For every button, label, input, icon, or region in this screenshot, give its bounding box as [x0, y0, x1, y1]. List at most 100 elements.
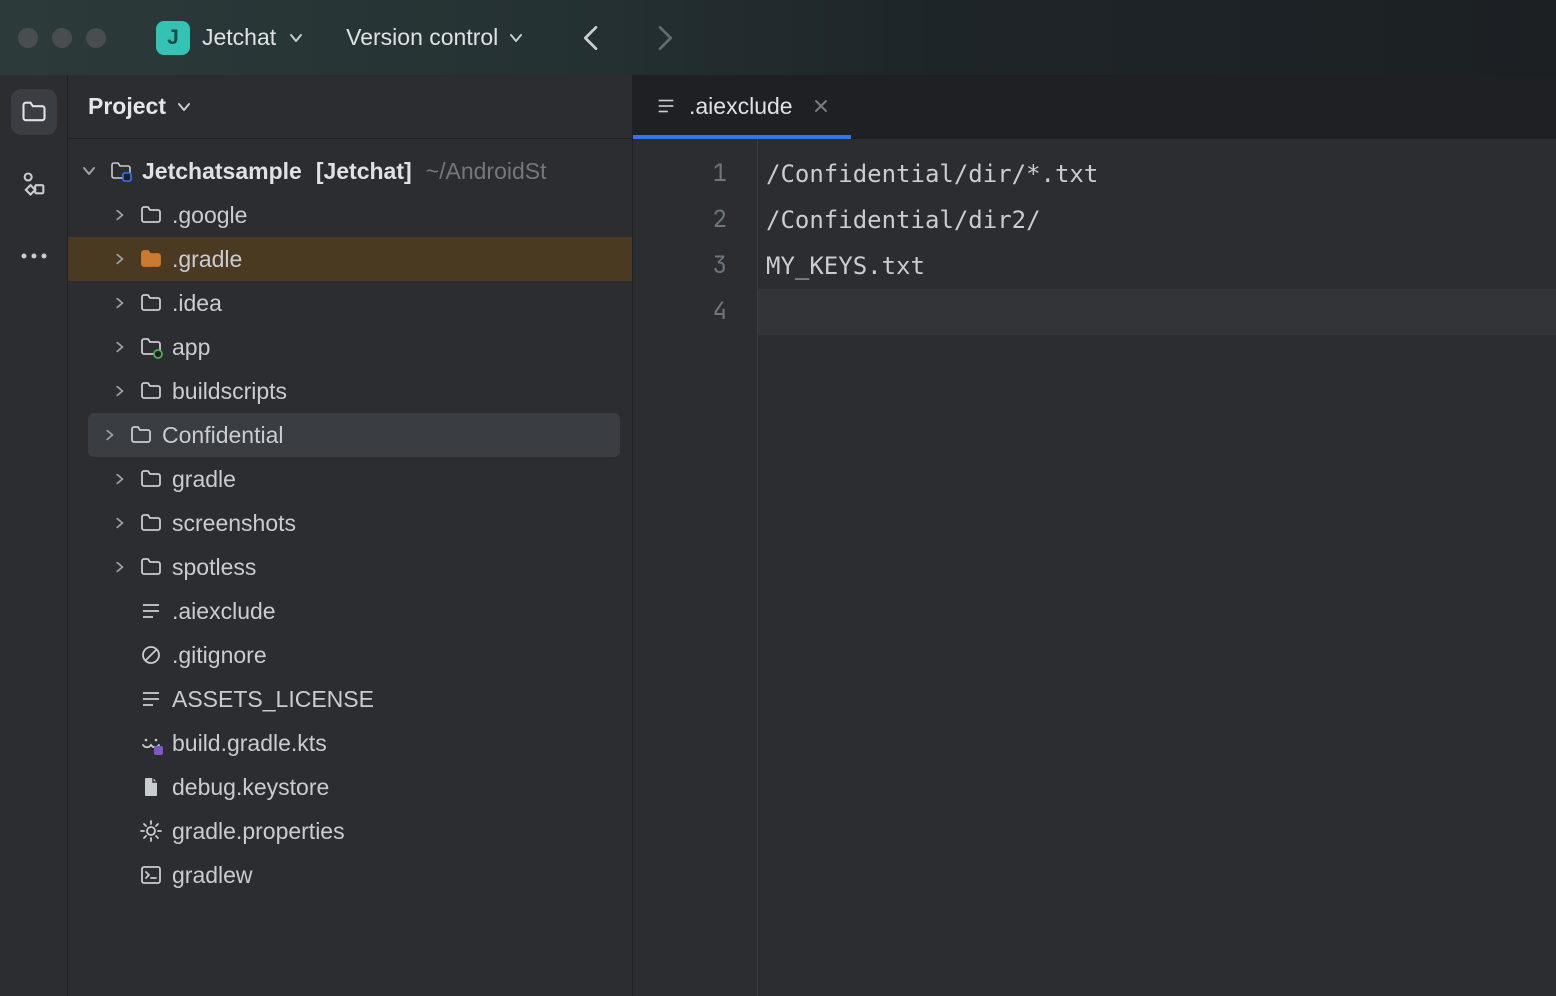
- tree-item[interactable]: buildscripts: [68, 369, 632, 413]
- minimize-window-icon[interactable]: [52, 28, 72, 48]
- tree-item-label: ASSETS_LICENSE: [172, 688, 374, 711]
- tree-item[interactable]: .gradle: [68, 237, 632, 281]
- tree-item-label: build.gradle.kts: [172, 732, 327, 755]
- textfile-icon: [138, 686, 164, 712]
- folder-icon: [128, 422, 154, 448]
- tree-item-label: .aiexclude: [172, 600, 276, 623]
- close-window-icon[interactable]: [18, 28, 38, 48]
- close-tab-icon[interactable]: [813, 98, 829, 114]
- structure-tool-button[interactable]: [11, 161, 57, 207]
- ignore-icon: [138, 642, 164, 668]
- code-text: /Confidential/dir/*.txt /Confidential/di…: [766, 151, 1556, 289]
- line-number: 3: [633, 243, 757, 289]
- chevron-right-icon[interactable]: [108, 252, 130, 266]
- tree-root[interactable]: Jetchatsample [Jetchat] ~/AndroidSt: [68, 149, 632, 193]
- tree-root-module: [Jetchat]: [316, 160, 412, 183]
- project-tree[interactable]: Jetchatsample [Jetchat] ~/AndroidSt .goo…: [68, 139, 632, 917]
- chevron-right-icon[interactable]: [108, 208, 130, 222]
- gradle-kts-icon: [138, 730, 164, 756]
- line-gutter: 1234: [633, 139, 758, 996]
- editor-body[interactable]: 1234 /Confidential/dir/*.txt /Confidenti…: [633, 139, 1556, 996]
- editor-tab[interactable]: .aiexclude: [633, 74, 851, 138]
- vcs-label: Version control: [346, 24, 498, 51]
- tree-item[interactable]: debug.keystore: [68, 765, 632, 809]
- chevron-down-icon: [508, 30, 524, 46]
- folder-icon: [138, 202, 164, 228]
- module-icon: [138, 334, 164, 360]
- tree-root-name: Jetchatsample: [142, 160, 302, 183]
- tree-item-label: .google: [172, 204, 247, 227]
- chevron-right-icon[interactable]: [108, 516, 130, 530]
- tree-item-label: .gradle: [172, 248, 242, 271]
- chevron-down-icon[interactable]: [78, 163, 100, 179]
- tree-item-label: .gitignore: [172, 644, 267, 667]
- line-number: 1: [633, 151, 757, 197]
- tree-item[interactable]: .google: [68, 193, 632, 237]
- chevron-right-icon[interactable]: [98, 428, 120, 442]
- tree-item-label: gradle.properties: [172, 820, 345, 843]
- tree-item-label: debug.keystore: [172, 776, 329, 799]
- tree-item-label: spotless: [172, 556, 256, 579]
- line-number: 2: [633, 197, 757, 243]
- tree-item-label: app: [172, 336, 210, 359]
- vcs-menu[interactable]: Version control: [346, 24, 524, 51]
- chevron-right-icon[interactable]: [108, 472, 130, 486]
- project-pane-header[interactable]: Project: [68, 75, 632, 139]
- tree-item[interactable]: .gitignore: [68, 633, 632, 677]
- tree-root-path: ~/AndroidSt: [426, 160, 547, 183]
- project-name-label: Jetchat: [202, 24, 276, 51]
- gear-icon: [138, 818, 164, 844]
- window-titlebar: J Jetchat Version control: [0, 0, 1556, 75]
- tree-item[interactable]: .idea: [68, 281, 632, 325]
- tree-item[interactable]: build.gradle.kts: [68, 721, 632, 765]
- file-icon: [138, 774, 164, 800]
- tree-item[interactable]: ASSETS_LICENSE: [68, 677, 632, 721]
- folder-icon: [138, 554, 164, 580]
- tree-item-label: gradlew: [172, 864, 253, 887]
- tree-item-label: screenshots: [172, 512, 296, 535]
- chevron-right-icon[interactable]: [108, 296, 130, 310]
- project-switcher[interactable]: J Jetchat: [148, 15, 312, 61]
- chevron-down-icon: [176, 99, 192, 115]
- tree-item-label: .idea: [172, 292, 222, 315]
- editor-tab-label: .aiexclude: [689, 93, 793, 120]
- module-root-icon: [108, 158, 134, 184]
- textfile-icon: [138, 598, 164, 624]
- tree-item-label: gradle: [172, 468, 236, 491]
- chevron-right-icon[interactable]: [108, 560, 130, 574]
- left-toolstrip: [0, 75, 68, 996]
- folder-icon: [138, 378, 164, 404]
- line-number: 4: [633, 289, 757, 335]
- folder-icon: [138, 466, 164, 492]
- project-tool-button[interactable]: [11, 89, 57, 135]
- project-pane: Project Jetchatsample [Jetchat] ~/Androi…: [68, 75, 633, 996]
- terminal-icon: [138, 862, 164, 888]
- tree-item[interactable]: gradle.properties: [68, 809, 632, 853]
- tree-item-label: buildscripts: [172, 380, 287, 403]
- more-tool-button[interactable]: [11, 233, 57, 279]
- nav-back-button[interactable]: [576, 22, 608, 54]
- zoom-window-icon[interactable]: [86, 28, 106, 48]
- tree-item[interactable]: gradlew: [68, 853, 632, 897]
- window-controls: [18, 28, 106, 48]
- editor-area: .aiexclude 1234 /Confidential/dir/*.txt …: [633, 75, 1556, 996]
- folder-icon: [138, 510, 164, 536]
- tree-item-label: Confidential: [162, 424, 283, 447]
- project-pane-title: Project: [88, 93, 166, 120]
- tree-item[interactable]: .aiexclude: [68, 589, 632, 633]
- nav-forward-button[interactable]: [648, 22, 680, 54]
- editor-tabbar: .aiexclude: [633, 75, 1556, 139]
- tree-item[interactable]: gradle: [68, 457, 632, 501]
- tree-item[interactable]: app: [68, 325, 632, 369]
- tree-item[interactable]: spotless: [68, 545, 632, 589]
- code-area[interactable]: /Confidential/dir/*.txt /Confidential/di…: [758, 139, 1556, 996]
- chevron-right-icon[interactable]: [108, 384, 130, 398]
- tree-item[interactable]: screenshots: [68, 501, 632, 545]
- nav-history: [576, 22, 680, 54]
- project-letter-icon: J: [156, 21, 190, 55]
- textfile-icon: [655, 95, 677, 117]
- tree-item[interactable]: Confidential: [88, 413, 620, 457]
- folder-icon: [138, 290, 164, 316]
- chevron-right-icon[interactable]: [108, 340, 130, 354]
- folder-orange-icon: [138, 246, 164, 272]
